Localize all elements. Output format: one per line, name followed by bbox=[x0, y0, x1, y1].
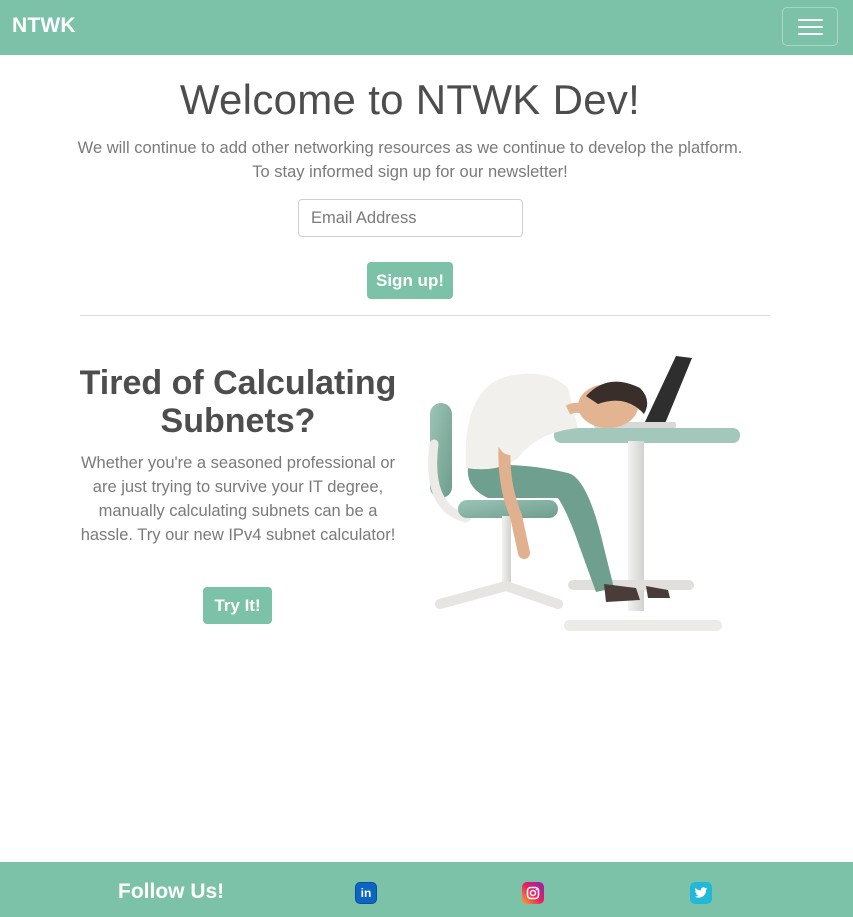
hamburger-icon-line bbox=[798, 19, 823, 21]
promo-title: Tired of Calculating Subnets? bbox=[78, 364, 398, 440]
menu-toggle-button[interactable] bbox=[782, 7, 838, 46]
top-navbar: NTWK bbox=[0, 0, 853, 55]
linkedin-glyph: in bbox=[360, 886, 372, 900]
twitter-icon[interactable] bbox=[690, 882, 712, 904]
page-title: Welcome to NTWK Dev! bbox=[179, 76, 641, 123]
hero-line-1: We will continue to add other networking… bbox=[77, 139, 743, 157]
try-it-button[interactable]: Try It! bbox=[203, 587, 272, 624]
footer: Follow Us! in bbox=[0, 862, 853, 917]
signup-button[interactable]: Sign up! bbox=[367, 262, 453, 299]
instagram-icon[interactable] bbox=[522, 882, 544, 904]
promo-description: Whether you're a seasoned professional o… bbox=[80, 454, 396, 544]
twitter-bird-glyph bbox=[694, 887, 708, 898]
instagram-glyph bbox=[526, 886, 540, 900]
hamburger-icon-line bbox=[798, 33, 823, 35]
promo-title-line-1: Tired of Calculating bbox=[79, 364, 397, 402]
hamburger-icon-line bbox=[798, 26, 823, 28]
linkedin-icon[interactable]: in bbox=[355, 882, 377, 904]
follow-us-label: Follow Us! bbox=[118, 880, 225, 903]
email-input[interactable] bbox=[298, 199, 523, 237]
section-divider bbox=[80, 315, 770, 316]
promo-title-line-2: Subnets? bbox=[160, 402, 316, 440]
hero-description: We will continue to add other networking… bbox=[0, 136, 820, 184]
hero-line-2: To stay informed sign up for our newslet… bbox=[252, 163, 568, 181]
brand-logo[interactable]: NTWK bbox=[12, 14, 76, 38]
tired-person-illustration bbox=[428, 356, 740, 631]
